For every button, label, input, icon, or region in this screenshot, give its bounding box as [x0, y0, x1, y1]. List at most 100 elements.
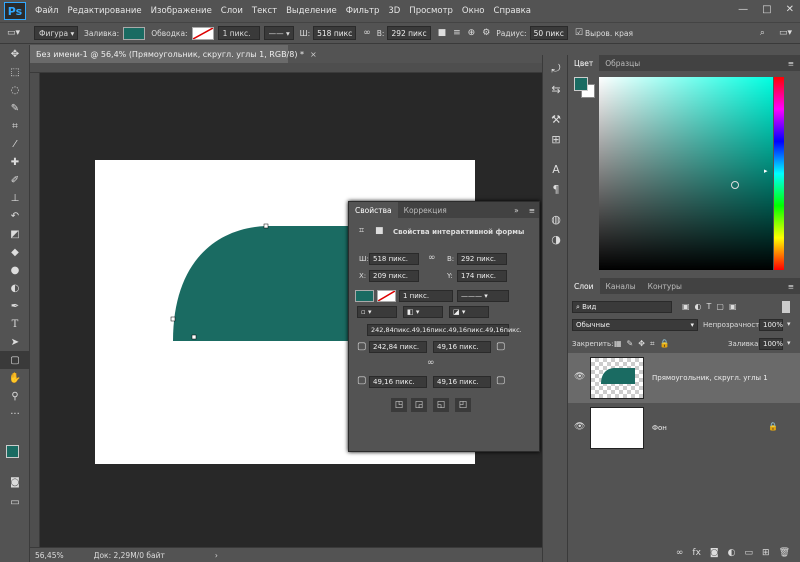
path-arrangement-icon[interactable]: ⊕: [468, 28, 476, 38]
add-mask-icon[interactable]: ◙: [710, 548, 719, 558]
stroke-type-select[interactable]: ——— ▾: [457, 290, 509, 302]
layer-row-shape[interactable]: 👁 Прямоугольник, скругл. углы 1: [568, 353, 800, 403]
stroke-corners-select[interactable]: ◪ ▾: [449, 306, 489, 318]
crop-tool-icon[interactable]: ⌗: [0, 117, 30, 135]
document-tab[interactable]: Без имени-1 @ 56,4% (Прямоугольник, скру…: [30, 45, 317, 63]
hand-tool-icon[interactable]: ✋: [0, 369, 30, 387]
menu-view[interactable]: Просмотр: [409, 6, 453, 16]
healing-tool-icon[interactable]: ✚: [0, 153, 30, 171]
layer-filter-icons[interactable]: ▣◐T▢▣: [682, 302, 742, 311]
corner-tr-field[interactable]: 49,16 пикс.: [433, 341, 491, 353]
path-alignment-icon[interactable]: ≡: [453, 28, 461, 38]
adjustment-layer-icon[interactable]: ◐: [728, 548, 736, 558]
radius-field[interactable]: 50 пикс: [529, 26, 568, 40]
opacity-field[interactable]: 100%: [759, 319, 783, 331]
stroke-swatch[interactable]: [191, 26, 214, 40]
align-edges-checkbox[interactable]: ☑: [575, 28, 583, 38]
horizontal-ruler[interactable]: [30, 63, 542, 73]
corner-bl-field[interactable]: 49,16 пикс.: [369, 376, 427, 388]
eye-icon[interactable]: 👁: [574, 422, 585, 432]
zoom-level[interactable]: 56,45%: [35, 551, 64, 560]
corner-radii-summary[interactable]: 242,84пикс.49,16пикс.49,16пикс.49,16пикс…: [367, 324, 522, 336]
menu-file[interactable]: Файл: [35, 6, 58, 16]
layer-row-background[interactable]: 👁 Фон 🔒: [568, 403, 800, 453]
stroke-width-field[interactable]: 1 пикс.: [217, 26, 260, 40]
tab-color[interactable]: Цвет: [568, 55, 600, 71]
delete-layer-icon[interactable]: 🗑: [779, 548, 790, 558]
shape-y-field[interactable]: 174 пикс.: [457, 270, 507, 282]
brush-presets-icon[interactable]: ⚒: [543, 109, 569, 129]
eye-icon[interactable]: 👁: [574, 372, 585, 382]
properties-icon[interactable]: ⇆: [543, 79, 569, 99]
foreground-color-swatch[interactable]: [574, 77, 588, 91]
filter-toggle[interactable]: [782, 301, 790, 313]
quick-mask-icon[interactable]: ◙: [0, 473, 30, 491]
lock-icons[interactable]: ▦✎✥⌗🔒: [614, 339, 674, 349]
screen-mode-icon[interactable]: ▭: [0, 493, 30, 511]
minimize-button[interactable]: —: [738, 4, 748, 15]
panel-menu-icon[interactable]: ≡: [529, 206, 535, 215]
path-combine-icon[interactable]: ◳: [391, 398, 407, 412]
color-field[interactable]: [599, 77, 773, 270]
eraser-tool-icon[interactable]: ◩: [0, 225, 30, 243]
opacity-dropdown-icon[interactable]: ▾: [787, 320, 791, 328]
panel-collapse-icon[interactable]: »: [514, 206, 519, 215]
styles-icon[interactable]: ◑: [543, 229, 569, 249]
path-select-tool-icon[interactable]: ➤: [0, 333, 30, 351]
shape-height-field[interactable]: 292 пикс.: [457, 253, 507, 265]
stroke-align-select[interactable]: ▫ ▾: [357, 306, 397, 318]
menu-window[interactable]: Окно: [462, 6, 485, 16]
color-picker-marker[interactable]: [731, 181, 739, 189]
stroke-type-select[interactable]: —— ▾: [263, 26, 294, 40]
maximize-button[interactable]: □: [762, 4, 771, 15]
fill-swatch[interactable]: [355, 290, 374, 302]
new-group-icon[interactable]: ▭: [745, 548, 754, 558]
tab-paths[interactable]: Контуры: [642, 278, 688, 294]
menu-type[interactable]: Текст: [252, 6, 277, 16]
close-button[interactable]: ✕: [786, 4, 794, 15]
new-layer-icon[interactable]: ⊞: [762, 548, 770, 558]
fill-swatch[interactable]: [123, 26, 146, 40]
eyedropper-tool-icon[interactable]: ⁄: [0, 135, 30, 153]
shape-x-field[interactable]: 209 пикс.: [369, 270, 419, 282]
tab-channels[interactable]: Каналы: [600, 278, 642, 294]
blend-mode-select[interactable]: Обычные ▾: [572, 319, 698, 331]
foreground-color-swatch[interactable]: [6, 445, 19, 458]
hue-slider[interactable]: [774, 77, 784, 270]
color-panel-menu-icon[interactable]: ≡: [788, 59, 794, 68]
workspace-icon[interactable]: ▭▾: [779, 28, 792, 38]
bucket-tool-icon[interactable]: ◆: [0, 243, 30, 261]
type-tool-icon[interactable]: T: [0, 315, 30, 333]
layer-name[interactable]: Прямоугольник, скругл. углы 1: [652, 374, 768, 382]
stroke-caps-select[interactable]: ◧ ▾: [403, 306, 443, 318]
pen-tool-icon[interactable]: ✒: [0, 297, 30, 315]
menu-3d[interactable]: 3D: [388, 6, 400, 16]
clone-source-icon[interactable]: ⊞: [543, 129, 569, 149]
layer-filter-select[interactable]: ⌕ Вид: [572, 301, 672, 313]
stroke-width-field[interactable]: 1 пикс.: [399, 290, 453, 302]
dodge-tool-icon[interactable]: ◐: [0, 279, 30, 297]
menu-edit[interactable]: Редактирование: [67, 6, 141, 16]
path-intersect-icon[interactable]: ◱: [433, 398, 449, 412]
adjustments-icon[interactable]: ◍: [543, 209, 569, 229]
lasso-tool-icon[interactable]: ◌: [0, 81, 30, 99]
search-icon[interactable]: ⌕: [760, 28, 765, 38]
hue-slider-handle-icon[interactable]: ▸: [764, 167, 768, 175]
marquee-tool-icon[interactable]: ⬚: [0, 63, 30, 81]
mask-properties-icon[interactable]: ■: [375, 226, 384, 236]
stroke-swatch[interactable]: [377, 290, 396, 302]
history-icon[interactable]: ⤾: [543, 59, 569, 79]
layer-name[interactable]: Фон: [652, 424, 667, 432]
path-operations-icon[interactable]: ■: [438, 28, 447, 38]
gear-icon[interactable]: ⚙: [482, 28, 490, 38]
link-layers-icon[interactable]: ∞: [676, 548, 684, 558]
menu-select[interactable]: Выделение: [286, 6, 337, 16]
vertical-ruler[interactable]: [30, 73, 40, 547]
menu-help[interactable]: Справка: [494, 6, 531, 16]
tab-adjustments[interactable]: Коррекция: [398, 202, 453, 218]
tool-preset-icon[interactable]: ▭▾: [7, 28, 20, 38]
fill-dropdown-icon[interactable]: ▾: [787, 339, 791, 347]
move-tool-icon[interactable]: ✥: [0, 45, 30, 63]
history-brush-icon[interactable]: ↶: [0, 207, 30, 225]
rectangle-tool-icon[interactable]: ▢: [0, 351, 30, 369]
